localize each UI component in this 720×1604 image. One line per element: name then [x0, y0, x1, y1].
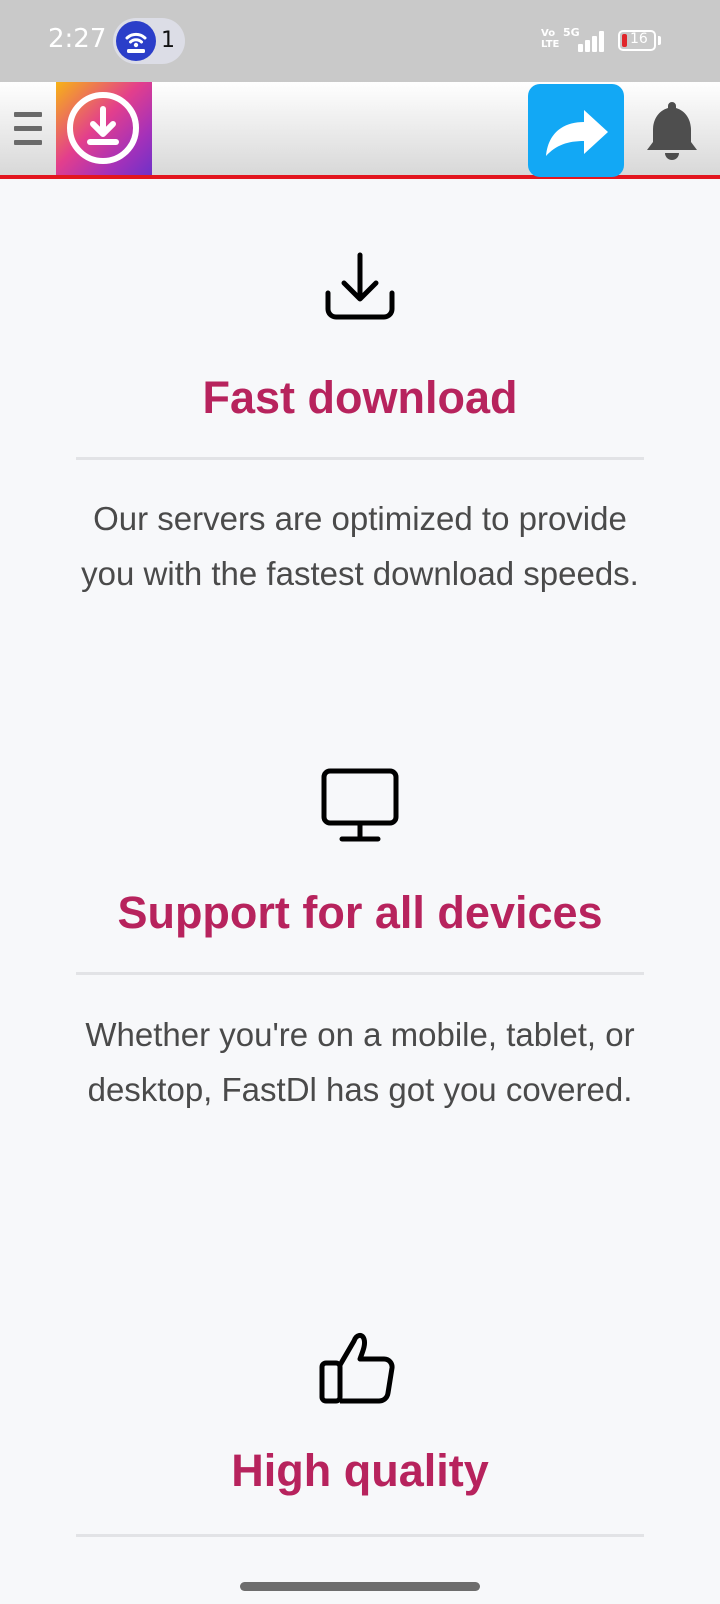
feature-title: Support for all devices: [117, 887, 603, 938]
feature-description: Whether you're on a mobile, tablet, or d…: [85, 1016, 635, 1108]
divider: [76, 972, 644, 975]
feature-title: Fast download: [202, 372, 518, 423]
status-time: 2:27: [48, 24, 107, 54]
download-circle-icon: [67, 92, 139, 164]
volte-indicator: Vo LTE: [541, 28, 560, 50]
screen: 2:27 1 Vo LTE 5G 16 Fast download Our se…: [0, 0, 720, 1604]
divider: [76, 1534, 644, 1537]
status-bar: 2:27 1 Vo LTE 5G 16: [0, 0, 720, 82]
hamburger-menu-icon[interactable]: [14, 112, 42, 146]
hotspot-icon: [116, 21, 156, 61]
divider: [76, 457, 644, 460]
app-bar: [0, 82, 720, 179]
battery-tip: [658, 36, 661, 45]
signal-icon: [568, 30, 608, 52]
battery-icon: 16: [618, 30, 656, 51]
feature-description: Our servers are optimized to provide you…: [81, 500, 639, 592]
hotspot-indicator: 1: [113, 18, 185, 64]
feature-title: High quality: [231, 1445, 489, 1496]
share-button[interactable]: [528, 84, 624, 177]
hotspot-count: 1: [161, 28, 175, 53]
battery-percent: 16: [630, 31, 648, 47]
gesture-nav-handle[interactable]: [240, 1582, 480, 1591]
share-arrow-icon: [546, 110, 608, 156]
bell-icon[interactable]: [644, 98, 700, 162]
monitor-icon: [316, 763, 404, 851]
app-logo[interactable]: [56, 82, 152, 175]
thumbs-up-icon: [316, 1323, 404, 1411]
battery-level: [622, 34, 627, 47]
download-tray-icon: [316, 249, 404, 337]
